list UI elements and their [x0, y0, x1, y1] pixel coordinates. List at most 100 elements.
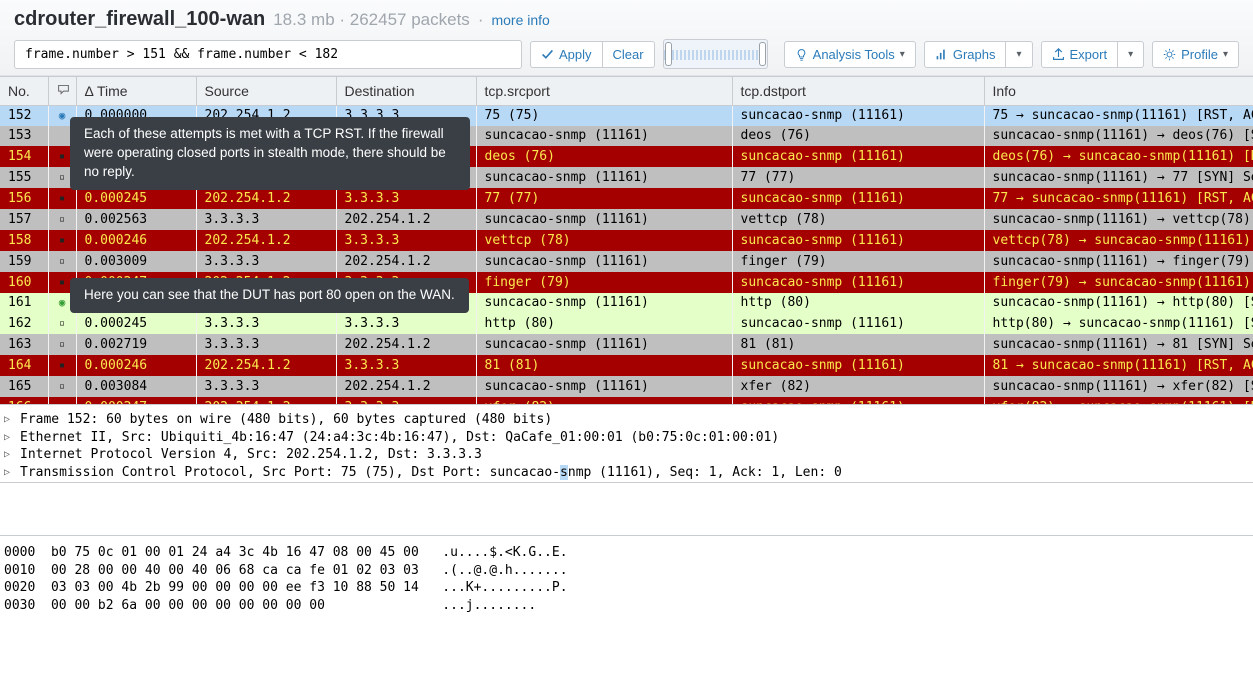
hex-row[interactable]: 0000 b0 75 0c 01 00 01 24 a4 3c 4b 16 47… — [4, 544, 1249, 562]
table-row[interactable]: 166▪0.000247202.254.1.23.3.3.3xfer (82)s… — [0, 397, 1253, 404]
cell-info: 75 → suncacao-snmp(11161) [RST, ACK — [984, 106, 1253, 127]
cell-dstport: deos (76) — [732, 126, 984, 146]
cell-time: 0.000247 — [76, 397, 196, 404]
tree-expand-icon[interactable]: ▷ — [4, 413, 14, 427]
cell-info: 81 → suncacao-snmp(11161) [RST, ACK — [984, 355, 1253, 376]
cell-no: 162 — [0, 313, 48, 334]
cell-srcport: 75 (75) — [476, 106, 732, 127]
packet-list-pane[interactable]: Each of these attempts is met with a TCP… — [0, 76, 1253, 404]
tree-label: Ethernet II, Src: Ubiquiti_4b:16:47 (24:… — [20, 429, 779, 447]
cell-source: 202.254.1.2 — [196, 355, 336, 376]
cell-dstport: suncacao-snmp (11161) — [732, 188, 984, 209]
cell-source: 3.3.3.3 — [196, 251, 336, 272]
tree-row[interactable]: ▷ Ethernet II, Src: Ubiquiti_4b:16:47 (24… — [4, 429, 1249, 447]
hex-row[interactable]: 0020 03 03 00 4b 2b 99 00 00 00 00 ee f3… — [4, 579, 1249, 597]
cell-info: 77 → suncacao-snmp(11161) [RST, ACK — [984, 188, 1253, 209]
col-header-dstport[interactable]: tcp.dstport — [732, 77, 984, 106]
timeline-minimap[interactable] — [663, 39, 768, 69]
cell-dstport: 81 (81) — [732, 334, 984, 355]
lightbulb-icon — [795, 48, 808, 61]
export-dropdown-button[interactable]: ▾ — [1117, 41, 1144, 68]
table-row[interactable]: 162▫0.0002453.3.3.33.3.3.3http (80)sunca… — [0, 313, 1253, 334]
tree-row[interactable]: ▷ Transmission Control Protocol, Src Port… — [4, 464, 1249, 482]
export-button[interactable]: Export — [1041, 41, 1119, 68]
cell-time: 0.003084 — [76, 376, 196, 397]
minimap-handle-right[interactable] — [759, 42, 766, 66]
cell-dstport: suncacao-snmp (11161) — [732, 230, 984, 251]
cell-no: 163 — [0, 334, 48, 355]
cell-comment[interactable]: ▫ — [48, 376, 76, 397]
cell-srcport: suncacao-snmp (11161) — [476, 167, 732, 188]
cell-comment[interactable]: ▪ — [48, 397, 76, 404]
hex-row[interactable]: 0030 00 00 b2 6a 00 00 00 00 00 00 00 00… — [4, 597, 1249, 615]
marker-box-icon: ▫ — [59, 256, 65, 267]
col-header-comment[interactable] — [48, 77, 76, 106]
cell-dstport: suncacao-snmp (11161) — [732, 146, 984, 167]
cell-dstport: suncacao-snmp (11161) — [732, 106, 984, 127]
cell-dstport: http (80) — [732, 293, 984, 313]
hex-row[interactable]: 0010 00 28 00 00 40 00 40 06 68 ca ca fe… — [4, 562, 1249, 580]
table-row[interactable]: 157▫0.0025633.3.3.3202.254.1.2suncacao-s… — [0, 209, 1253, 230]
cell-srcport: suncacao-snmp (11161) — [476, 293, 732, 313]
cell-no: 159 — [0, 251, 48, 272]
tree-expand-icon[interactable]: ▷ — [4, 448, 14, 462]
table-row[interactable]: 165▫0.0030843.3.3.3202.254.1.2suncacao-s… — [0, 376, 1253, 397]
tree-expand-icon[interactable]: ▷ — [4, 431, 14, 445]
more-info-link[interactable]: more info — [491, 12, 549, 28]
cell-source: 3.3.3.3 — [196, 334, 336, 355]
packet-details-pane[interactable]: ▷ Frame 152: 60 bytes on wire (480 bits),… — [0, 404, 1253, 482]
cell-comment[interactable]: ▫ — [48, 334, 76, 355]
annotation-port80: Here you can see that the DUT has port 8… — [70, 278, 469, 313]
apply-button[interactable]: Apply — [530, 41, 603, 68]
tree-row[interactable]: ▷ Frame 152: 60 bytes on wire (480 bits),… — [4, 411, 1249, 429]
marker-dot-icon: ▪ — [59, 402, 65, 404]
profile-button[interactable]: Profile ▾ — [1152, 41, 1239, 68]
tree-label: Frame 152: 60 bytes on wire (480 bits), … — [20, 411, 552, 429]
tree-label: Internet Protocol Version 4, Src: 202.25… — [20, 446, 482, 464]
hex-dump-pane[interactable]: 0000 b0 75 0c 01 00 01 24 a4 3c 4b 16 47… — [0, 536, 1253, 622]
analysis-tools-button[interactable]: Analysis Tools ▾ — [784, 41, 916, 68]
tree-row[interactable]: ▷ Internet Protocol Version 4, Src: 202.2… — [4, 446, 1249, 464]
cell-comment[interactable]: ▪ — [48, 230, 76, 251]
cell-destination: 202.254.1.2 — [336, 251, 476, 272]
tree-label: Transmission Control Protocol, Src Port:… — [20, 464, 842, 482]
cell-no: 166 — [0, 397, 48, 404]
marker-box-icon: ▫ — [59, 318, 65, 329]
spacer-pane — [0, 482, 1253, 536]
cell-comment[interactable]: ▫ — [48, 209, 76, 230]
cell-time: 0.000246 — [76, 230, 196, 251]
clear-button[interactable]: Clear — [602, 41, 655, 68]
cell-no: 152 — [0, 106, 48, 127]
table-row[interactable]: 158▪0.000246202.254.1.23.3.3.3vettcp (78… — [0, 230, 1253, 251]
cell-srcport: http (80) — [476, 313, 732, 334]
col-header-time[interactable]: Δ Time — [76, 77, 196, 106]
cell-dstport: suncacao-snmp (11161) — [732, 397, 984, 404]
col-header-no[interactable]: No. — [0, 77, 48, 106]
cell-comment[interactable]: ▫ — [48, 251, 76, 272]
table-row[interactable]: 164▪0.000246202.254.1.23.3.3.381 (81)sun… — [0, 355, 1253, 376]
marker-dot-icon: ▪ — [59, 277, 65, 288]
cell-source: 202.254.1.2 — [196, 397, 336, 404]
cell-source: 202.254.1.2 — [196, 230, 336, 251]
minimap-handle-left[interactable] — [665, 42, 672, 66]
cell-no: 161 — [0, 293, 48, 313]
col-header-info[interactable]: Info — [984, 77, 1253, 106]
col-header-srcport[interactable]: tcp.srcport — [476, 77, 732, 106]
tree-expand-icon[interactable]: ▷ — [4, 466, 14, 480]
table-row[interactable]: 159▫0.0030093.3.3.3202.254.1.2suncacao-s… — [0, 251, 1253, 272]
cell-destination: 3.3.3.3 — [336, 188, 476, 209]
graphs-dropdown-button[interactable]: ▾ — [1005, 41, 1032, 68]
cell-info: vettcp(78) → suncacao-snmp(11161) — [984, 230, 1253, 251]
table-row[interactable]: 163▫0.0027193.3.3.3202.254.1.2suncacao-s… — [0, 334, 1253, 355]
col-header-destination[interactable]: Destination — [336, 77, 476, 106]
cell-srcport: suncacao-snmp (11161) — [476, 251, 732, 272]
graphs-button[interactable]: Graphs — [924, 41, 1007, 68]
cell-comment[interactable]: ▪ — [48, 355, 76, 376]
cell-dstport: suncacao-snmp (11161) — [732, 272, 984, 293]
display-filter-input[interactable] — [14, 40, 522, 69]
cell-no: 155 — [0, 167, 48, 188]
cell-comment[interactable]: ▪ — [48, 188, 76, 209]
table-row[interactable]: 156▪0.000245202.254.1.23.3.3.377 (77)sun… — [0, 188, 1253, 209]
cell-comment[interactable]: ▫ — [48, 313, 76, 334]
col-header-source[interactable]: Source — [196, 77, 336, 106]
